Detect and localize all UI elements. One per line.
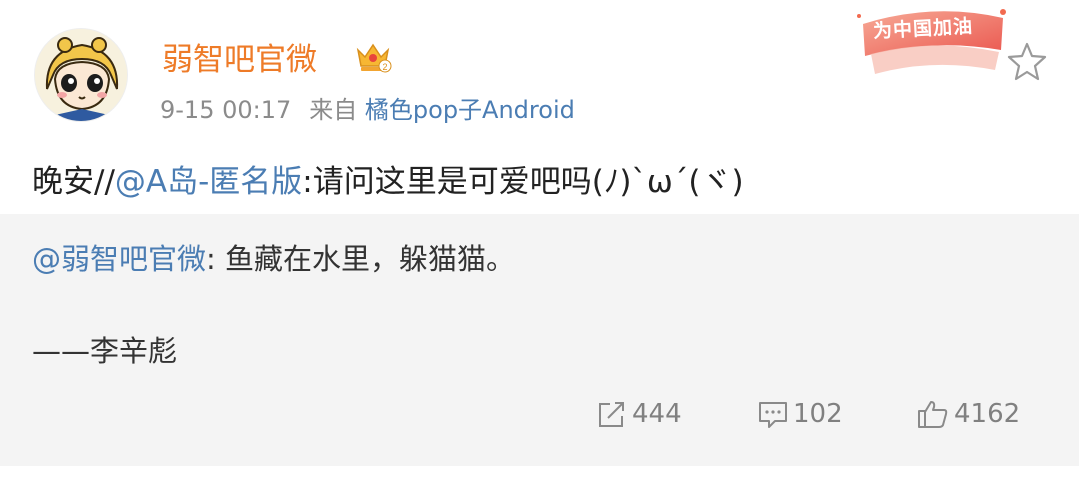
repost-text: @弱智吧官微: 鱼藏在水里，躲猫猫。 bbox=[32, 236, 515, 278]
repost-mention-link[interactable]: @弱智吧官微 bbox=[32, 242, 206, 276]
badge-text: 为中国加油 bbox=[872, 15, 974, 43]
star-icon bbox=[1007, 42, 1047, 81]
comment-count: 102 bbox=[793, 399, 843, 429]
cheer-badge: 为中国加油 bbox=[853, 4, 1013, 78]
post-text-suffix: :请问这里是可爱吧吗(ﾉ)`ω´(ヾ) bbox=[302, 164, 744, 200]
repost-body: : 鱼藏在水里，躲猫猫。 bbox=[206, 242, 516, 276]
favorite-button[interactable] bbox=[1005, 40, 1049, 84]
share-icon bbox=[599, 402, 624, 427]
mention-link[interactable]: @A岛-匿名版 bbox=[115, 164, 302, 200]
like-count: 4162 bbox=[954, 399, 1021, 429]
post-meta: 9-15 00:17 来自 橘色pop子Android bbox=[160, 90, 575, 125]
comment-button[interactable]: 102 bbox=[757, 397, 843, 431]
avatar-image bbox=[35, 29, 127, 121]
post-text: 晚安//@A岛-匿名版:请问这里是可爱吧吗(ﾉ)`ω´(ヾ) bbox=[32, 156, 744, 201]
post-text-prefix: 晚安// bbox=[32, 164, 115, 200]
repost-block[interactable]: @弱智吧官微: 鱼藏在水里，躲猫猫。 ——李辛彪 444 102 4162 bbox=[0, 214, 1079, 466]
vip-crown-icon: 2 bbox=[354, 40, 392, 74]
svg-text:2: 2 bbox=[382, 62, 387, 72]
like-button[interactable]: 4162 bbox=[916, 397, 1020, 431]
share-button[interactable]: 444 bbox=[596, 397, 682, 431]
source-app-link[interactable]: 橘色pop子Android bbox=[365, 96, 575, 124]
share-count: 444 bbox=[632, 399, 682, 429]
like-icon bbox=[918, 401, 948, 428]
post-timestamp: 9-15 00:17 bbox=[160, 96, 292, 124]
author-name[interactable]: 弱智吧官微 bbox=[162, 34, 317, 79]
comment-icon bbox=[759, 402, 787, 428]
source-prefix: 来自 bbox=[309, 96, 358, 124]
repost-signature: ——李辛彪 bbox=[32, 334, 178, 368]
avatar[interactable] bbox=[34, 28, 128, 122]
